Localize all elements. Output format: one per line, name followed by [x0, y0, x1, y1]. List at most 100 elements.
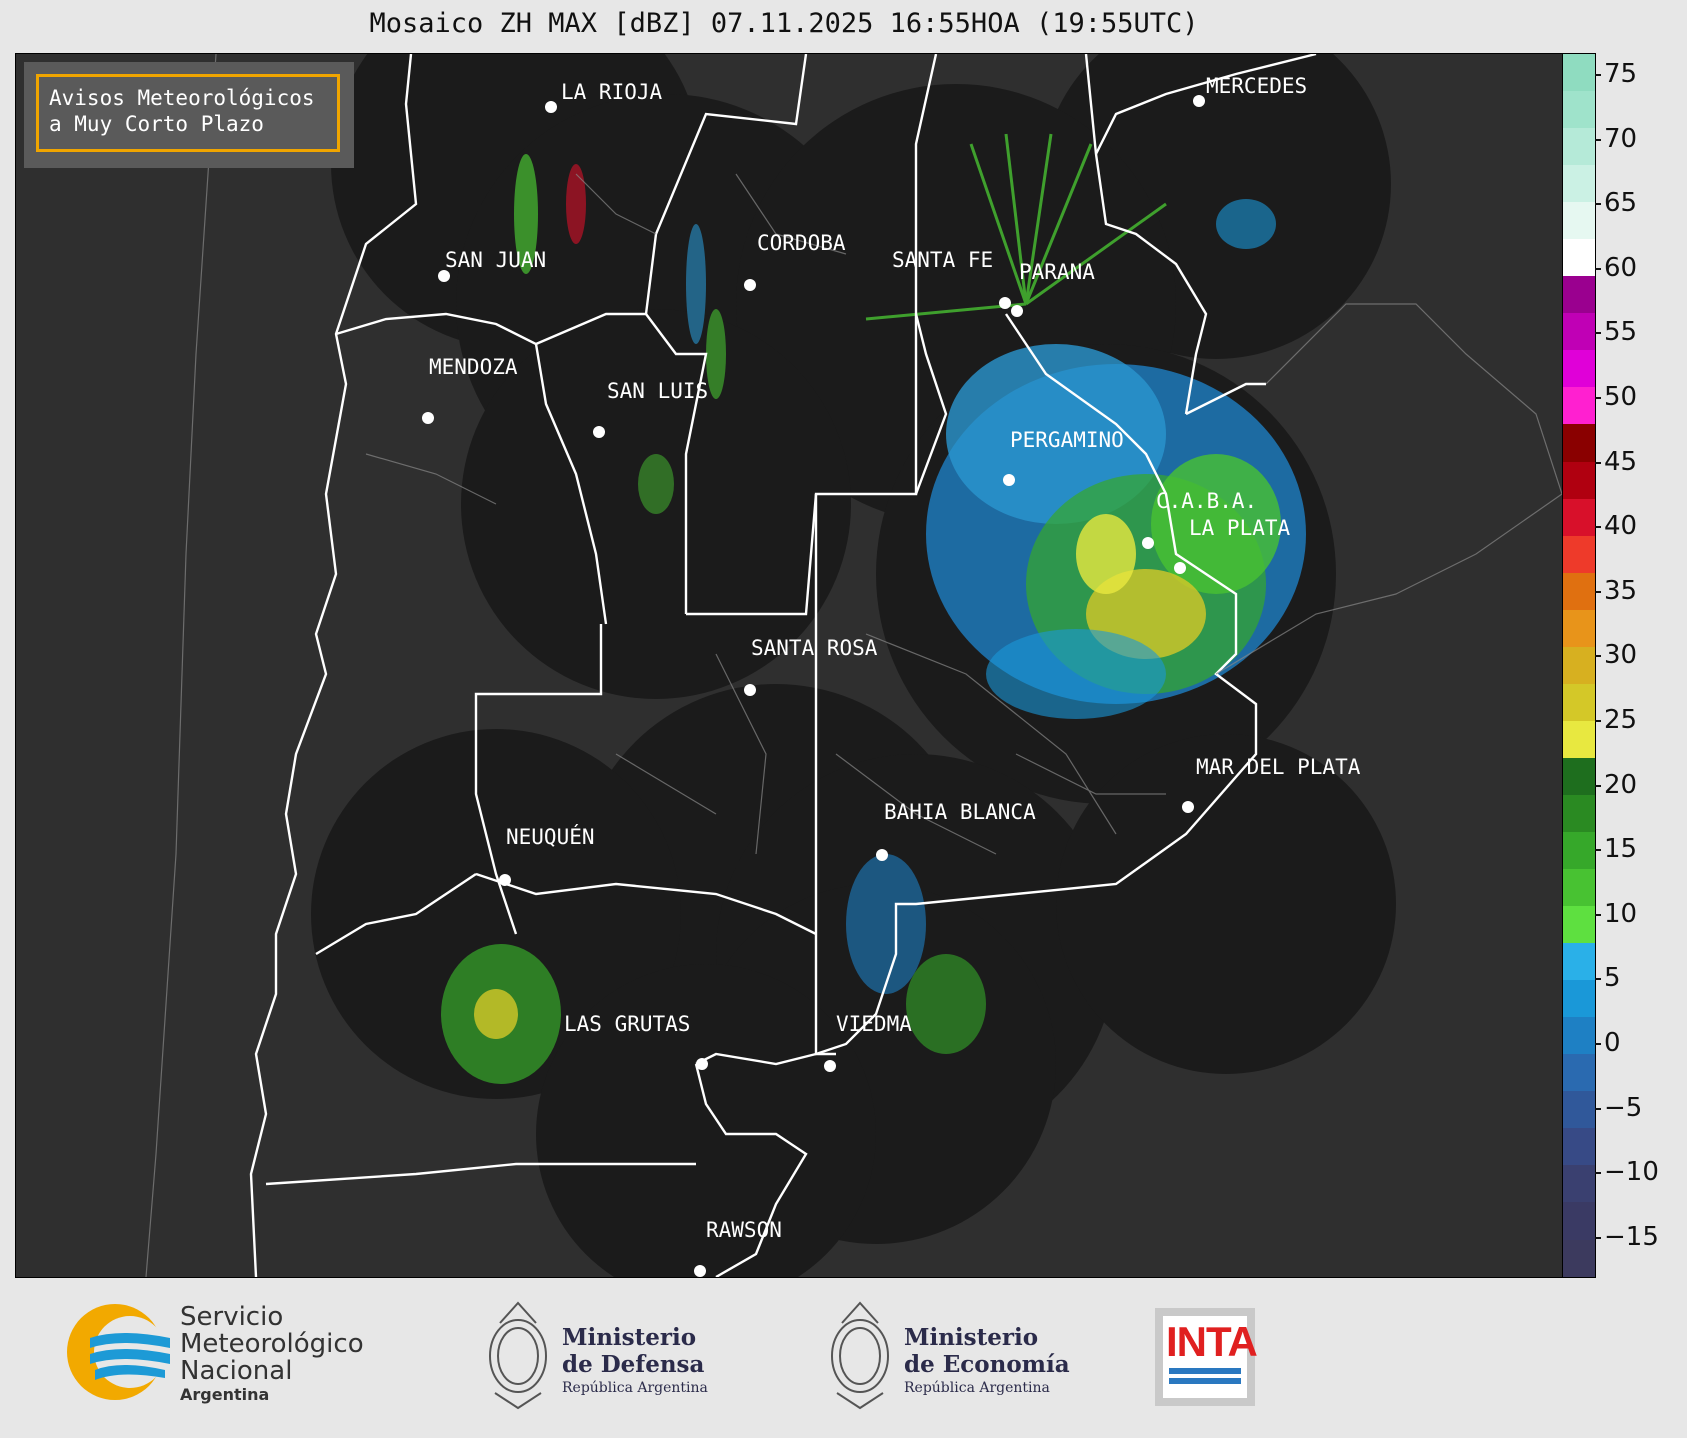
colorbar-segment: [1563, 1017, 1595, 1055]
city-label-mar-del-plata: MAR DEL PLATA: [1196, 755, 1361, 779]
smn-line-3: Nacional: [180, 1356, 293, 1386]
defensa-logo-text: Ministerio de Defensa República Argentin…: [562, 1324, 708, 1398]
city-label-santa-rosa: SANTA ROSA: [751, 636, 878, 660]
colorbar-segment: [1563, 91, 1595, 129]
colorbar-tick: [1595, 913, 1601, 916]
city-label-caba: C.A.B.A.: [1156, 489, 1258, 513]
colorbar-tick: [1595, 978, 1601, 981]
colorbar-segment: [1563, 128, 1595, 166]
economia-shield-icon: [831, 1301, 889, 1410]
city-label-la-plata: LA PLATA: [1189, 516, 1291, 540]
city-marker-parana: [1011, 305, 1023, 317]
colorbar-tick-label: 50: [1604, 382, 1638, 412]
colorbar-segment: [1563, 276, 1595, 314]
colorbar-segment: [1563, 498, 1595, 536]
colorbar-segment: [1563, 869, 1595, 907]
colorbar-segment: [1563, 980, 1595, 1018]
colorbar-tick-label: 10: [1604, 898, 1638, 929]
economia-logo-text: Ministerio de Economía República Argenti…: [904, 1324, 1070, 1398]
colorbar-tick: [1595, 461, 1601, 464]
colorbar-segment: [1563, 757, 1595, 795]
colorbar-segment: [1563, 54, 1595, 92]
colorbar-tick-label: 55: [1604, 317, 1638, 348]
colorbar-segment: [1563, 350, 1595, 388]
smn-line-4: Argentina: [180, 1385, 270, 1404]
colorbar-tick: [1595, 1236, 1601, 1239]
defensa-shield-icon: [489, 1301, 547, 1410]
colorbar-segment: [1563, 906, 1595, 944]
city-marker-santa-rosa: [744, 684, 756, 696]
city-marker-la-rioja: [545, 101, 557, 113]
colorbar-segment: [1563, 165, 1595, 203]
city-label-san-juan: SAN JUAN: [445, 248, 547, 272]
city-marker-san-luis: [593, 426, 605, 438]
colorbar-segment: [1563, 794, 1595, 832]
colorbar-tick: [1595, 1172, 1601, 1175]
city-marker-mendoza: [422, 412, 434, 424]
smn-line-1: Servicio: [180, 1302, 284, 1332]
economia-line-2: de Economía: [904, 1351, 1070, 1378]
colorbar-tick: [1595, 526, 1601, 529]
city-marker-caba: [1142, 537, 1154, 549]
colorbar-tick-label: 20: [1604, 769, 1638, 800]
colorbar-tick-label: 40: [1604, 511, 1638, 542]
colorbar-tick-label: 45: [1604, 446, 1638, 477]
city-marker-cordoba: [744, 279, 756, 291]
colorbar-tick: [1595, 849, 1601, 852]
footer-logos: Servicio Meteorológico Nacional Argentin…: [0, 1278, 1687, 1438]
map-title: Mosaico ZH MAX [dBZ] 07.11.2025 16:55HOA…: [369, 8, 1199, 39]
city-label-la-rioja: LA RIOJA: [561, 80, 663, 104]
colorbar-segment: [1563, 831, 1595, 870]
colorbar-tick: [1595, 1043, 1601, 1045]
colorbar: [1562, 53, 1596, 1278]
city-marker-mercedes: [1193, 95, 1205, 107]
city-marker-santa-fe: [999, 297, 1011, 309]
city-label-las-grutas: LAS GRUTAS: [564, 1012, 691, 1036]
city-marker-neuquen: [499, 874, 511, 886]
colorbar-segment: [1563, 646, 1595, 684]
city-label-rawson: RAWSON: [706, 1218, 782, 1242]
city-marker-rawson: [694, 1265, 706, 1277]
colorbar-segment: [1563, 313, 1595, 351]
colorbar-tick-label: −15: [1604, 1221, 1659, 1252]
city-label-viedma: VIEDMA: [836, 1012, 912, 1036]
colorbar-tick-label: 65: [1604, 188, 1638, 219]
radar-map[interactable]: Avisos Meteorológicos a Muy Corto Plazo …: [15, 53, 1563, 1278]
colorbar-segment: [1563, 202, 1595, 240]
inta-logo-text: INTA: [1166, 1318, 1258, 1365]
defensa-line-2: de Defensa: [562, 1351, 705, 1378]
colorbar-segment: [1563, 1091, 1595, 1129]
city-marker-viedma: [824, 1060, 836, 1072]
avisos-panel[interactable]: Avisos Meteorológicos a Muy Corto Plazo: [24, 62, 354, 168]
colorbar-tick: [1595, 784, 1601, 787]
colorbar-segment: [1563, 572, 1595, 610]
economia-line-3: República Argentina: [904, 1380, 1050, 1396]
city-label-santa-fe: SANTA FE: [892, 248, 994, 272]
colorbar-segment: [1563, 1202, 1595, 1240]
colorbar-tick: [1595, 1107, 1601, 1110]
city-label-mercedes: MERCEDES: [1206, 74, 1308, 98]
smn-line-2: Meteorológico: [180, 1329, 364, 1359]
city-marker-las-grutas: [696, 1058, 708, 1070]
colorbar-tick-label: 75: [1604, 59, 1638, 89]
city-marker-bahia-blanca: [876, 849, 888, 861]
city-label-san-luis: SAN LUIS: [607, 379, 709, 403]
smn-logo-text: Servicio Meteorológico Nacional Argentin…: [180, 1304, 364, 1405]
colorbar-segment: [1563, 535, 1595, 573]
colorbar-segment: [1563, 461, 1595, 499]
colorbar-segment: [1563, 239, 1595, 277]
colorbar-tick: [1595, 397, 1601, 399]
colorbar-segment: [1563, 424, 1595, 462]
colorbar-segment: [1563, 683, 1595, 721]
colorbar-tick-label: 70: [1604, 123, 1638, 154]
colorbar-segment: [1563, 1128, 1595, 1166]
colorbar-tick: [1595, 138, 1601, 141]
colorbar-tick: [1595, 655, 1601, 658]
city-label-cordoba: CORDOBA: [757, 231, 846, 255]
city-label-parana: PARANA: [1019, 260, 1095, 284]
defensa-line-3: República Argentina: [562, 1380, 708, 1396]
avisos-line-2: a Muy Corto Plazo: [49, 112, 264, 136]
avisos-link[interactable]: Avisos Meteorológicos a Muy Corto Plazo: [36, 74, 340, 152]
colorbar-segment: [1563, 943, 1595, 981]
colorbar-tick: [1595, 203, 1601, 206]
